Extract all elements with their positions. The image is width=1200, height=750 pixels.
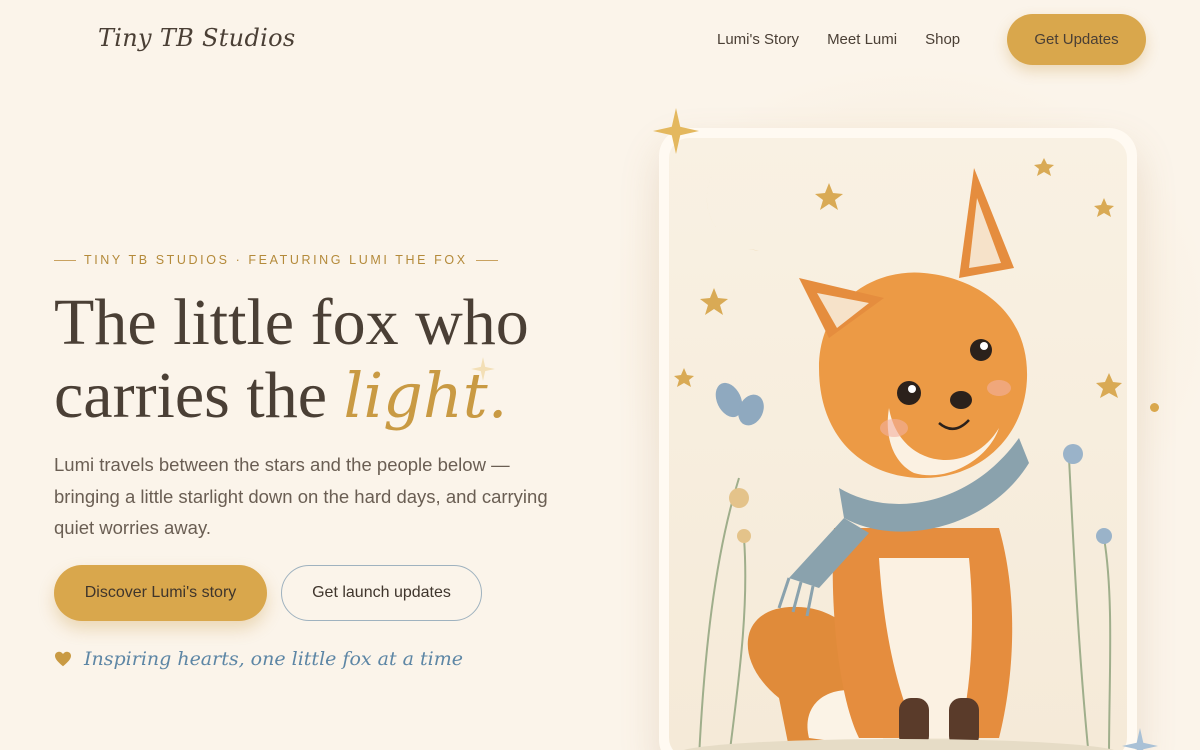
sparkle-icon xyxy=(1122,728,1158,750)
tagline-text: Inspiring hearts, one little fox at a ti… xyxy=(84,648,463,670)
headline-line1: The little fox who xyxy=(54,286,529,359)
fox-illustration xyxy=(669,138,1127,750)
nav-link-lumis-story[interactable]: Lumi's Story xyxy=(717,30,799,50)
hero-headline: The little fox who carries the light. xyxy=(54,286,614,432)
illustration-card xyxy=(659,128,1137,750)
eyebrow-text: TINY TB STUDIOS · FEATURING LUMI THE FOX xyxy=(84,253,468,267)
butterfly-icon xyxy=(715,382,764,426)
brand-logo[interactable]: Tiny TB Studios xyxy=(58,24,295,52)
main-nav: Lumi's Story Meet Lumi Shop xyxy=(717,30,960,50)
launch-updates-button[interactable]: Get launch updates xyxy=(281,565,482,621)
crescent-moon-icon xyxy=(706,148,774,251)
get-updates-button[interactable]: Get Updates xyxy=(1007,14,1146,65)
eyebrow-dash-right xyxy=(475,259,498,261)
discover-story-button[interactable]: Discover Lumi's story xyxy=(54,565,267,621)
hero-eyebrow: TINY TB STUDIOS · FEATURING LUMI THE FOX xyxy=(54,253,498,267)
decorative-dot xyxy=(1150,403,1159,412)
moon-icon xyxy=(63,29,72,47)
heart-icon xyxy=(55,651,71,667)
brand-name: Tiny TB Studios xyxy=(98,24,296,52)
fox-illustration-art xyxy=(674,148,1122,750)
hero-lead: Lumi travels between the stars and the p… xyxy=(54,454,548,538)
nav-link-meet-lumi[interactable]: Meet Lumi xyxy=(827,30,897,50)
sparkle-icon xyxy=(653,108,699,154)
nav-link-shop[interactable]: Shop xyxy=(925,30,960,50)
sparkle-icon xyxy=(471,357,495,381)
hero-tagline: Inspiring hearts, one little fox at a ti… xyxy=(54,648,463,670)
headline-line2: carries the xyxy=(54,359,344,432)
eyebrow-dash-left xyxy=(54,259,76,261)
